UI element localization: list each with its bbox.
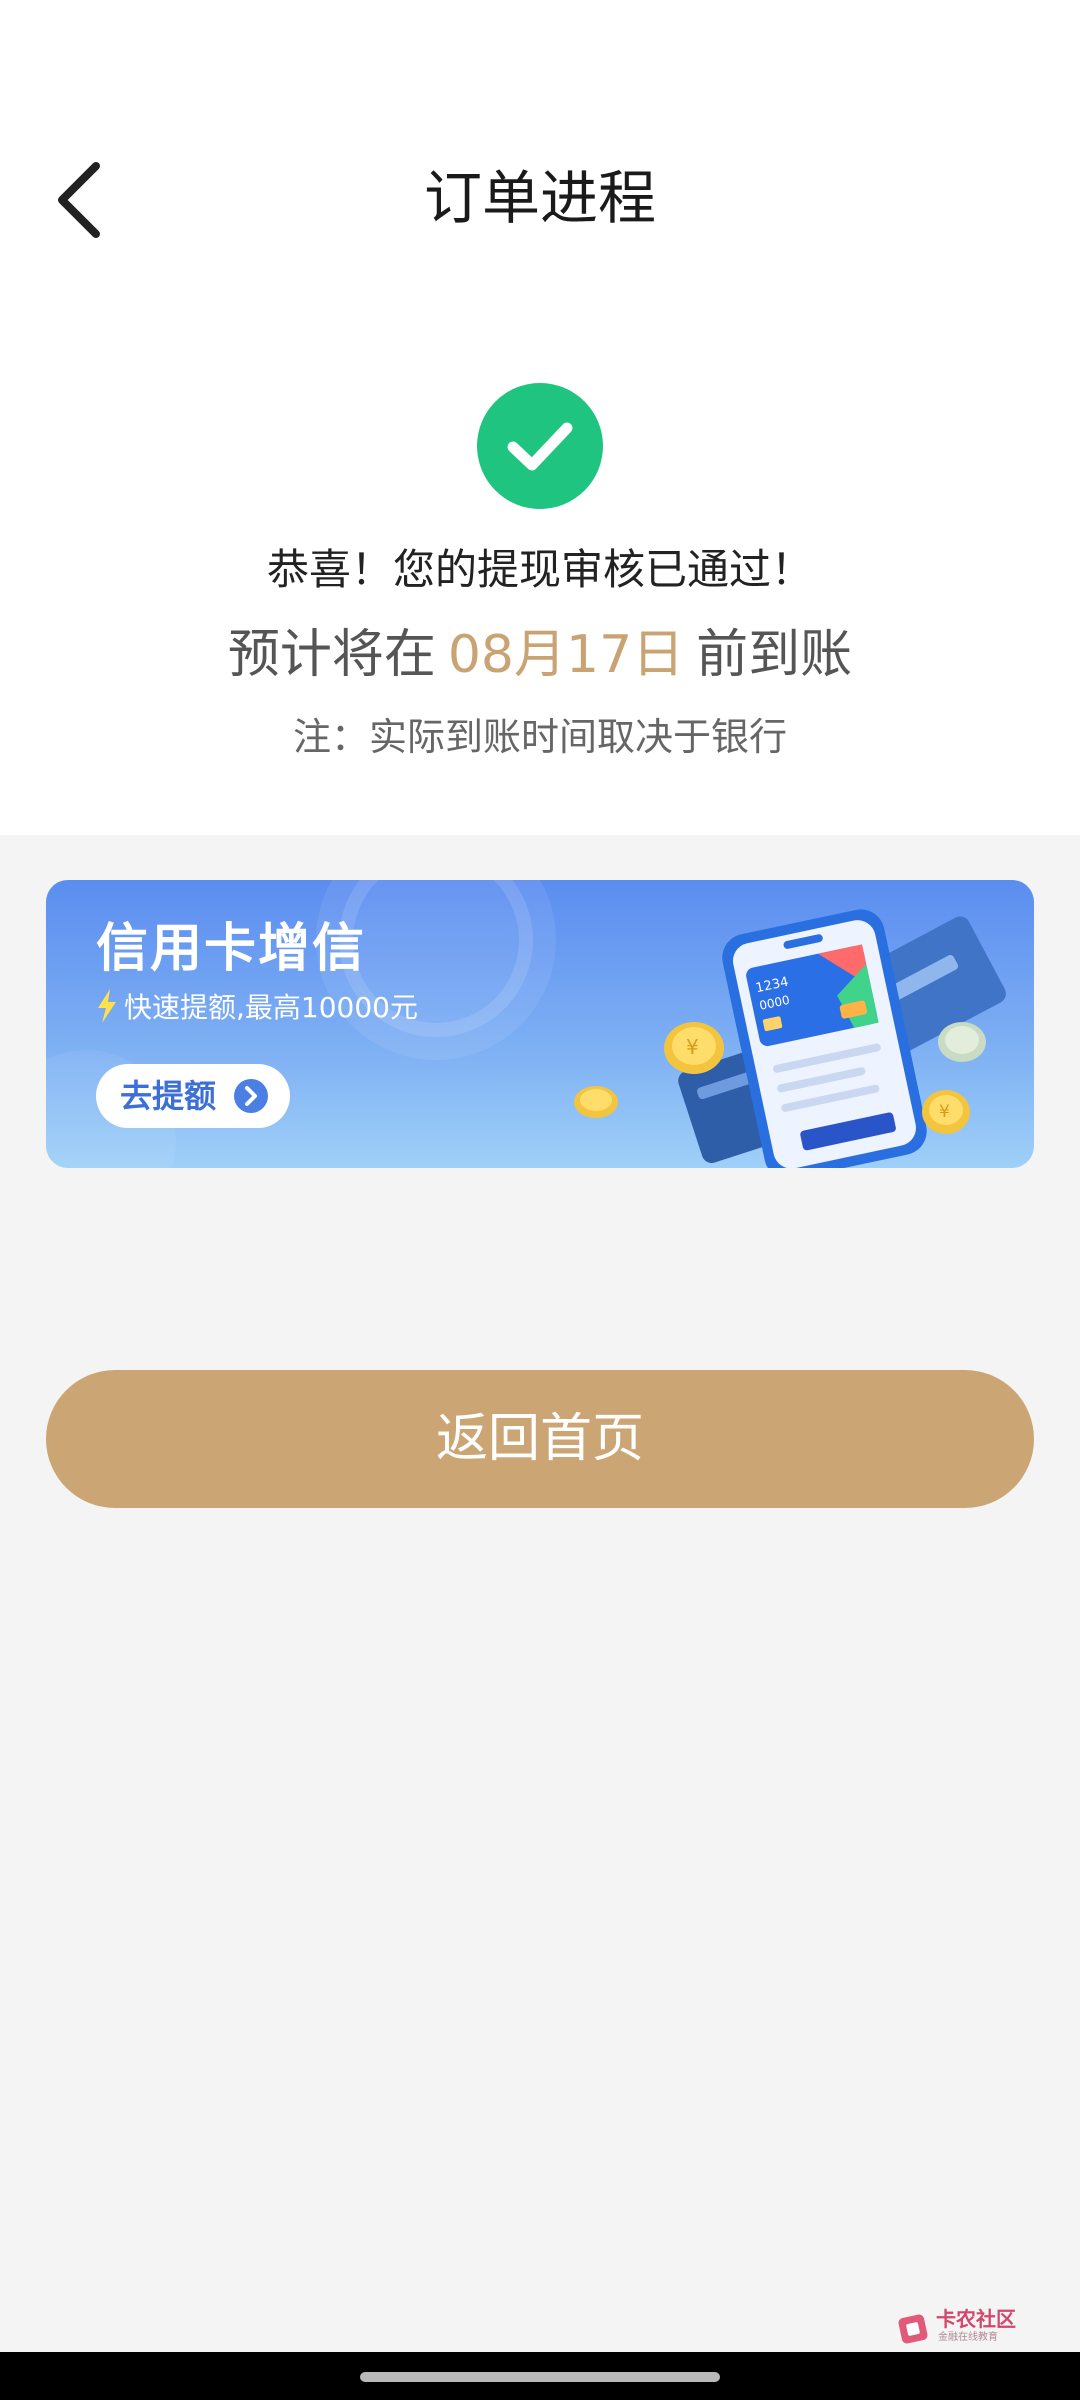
status-section: 订单进程 恭喜！您的提现审核已通过！ 预计将在 08月17日 前到账 注：实际到账时… <box>0 0 1080 835</box>
arrival-note: 注：实际到账时间取决于银行 <box>292 715 787 759</box>
banner-subtitle-row: 快速提额,最高10000元 <box>96 988 418 1028</box>
chevron-right-circle-icon <box>234 1079 268 1113</box>
arrival-estimate: 预计将在 08月17日 前到账 <box>0 618 1080 692</box>
lightning-icon <box>98 989 116 1023</box>
back-to-home-button[interactable]: 返回首页 <box>46 1370 1034 1508</box>
credit-card-promo-banner[interactable]: 1234 0000 ¥ ¥ 信用卡增信 快速提额,最高10000元 去提额 <box>46 880 1034 1168</box>
watermark: 卡农社区 金融在线教育 <box>898 2308 1022 2348</box>
arrival-prefix: 预计将在 <box>227 625 436 685</box>
raise-limit-label: 去提额 <box>120 1077 217 1115</box>
approval-message: 恭喜！您的提现审核已通过！ <box>266 545 813 594</box>
check-circle-icon <box>477 383 603 509</box>
watermark-title: 卡农社区 <box>936 2307 1016 2331</box>
watermark-subtitle: 金融在线教育 <box>938 2332 998 2343</box>
svg-text:¥: ¥ <box>939 1102 950 1122</box>
arrival-date: 08月17日 <box>447 625 685 685</box>
page: 订单进程 恭喜！您的提现审核已通过！ 预计将在 08月17日 前到账 注：实际到账时… <box>0 0 1080 2400</box>
page-title: 订单进程 <box>423 164 656 232</box>
system-navigation-bar <box>0 2352 1080 2400</box>
home-gesture-handle[interactable] <box>360 2372 720 2382</box>
arrival-suffix: 前到账 <box>696 625 853 685</box>
banner-title: 信用卡增信 <box>96 919 367 979</box>
banner-subtitle: 快速提额,最高10000元 <box>124 991 418 1024</box>
kanong-logo-icon <box>898 2314 928 2344</box>
svg-text:¥: ¥ <box>686 1035 699 1059</box>
raise-limit-button[interactable]: 去提额 <box>96 1064 290 1128</box>
